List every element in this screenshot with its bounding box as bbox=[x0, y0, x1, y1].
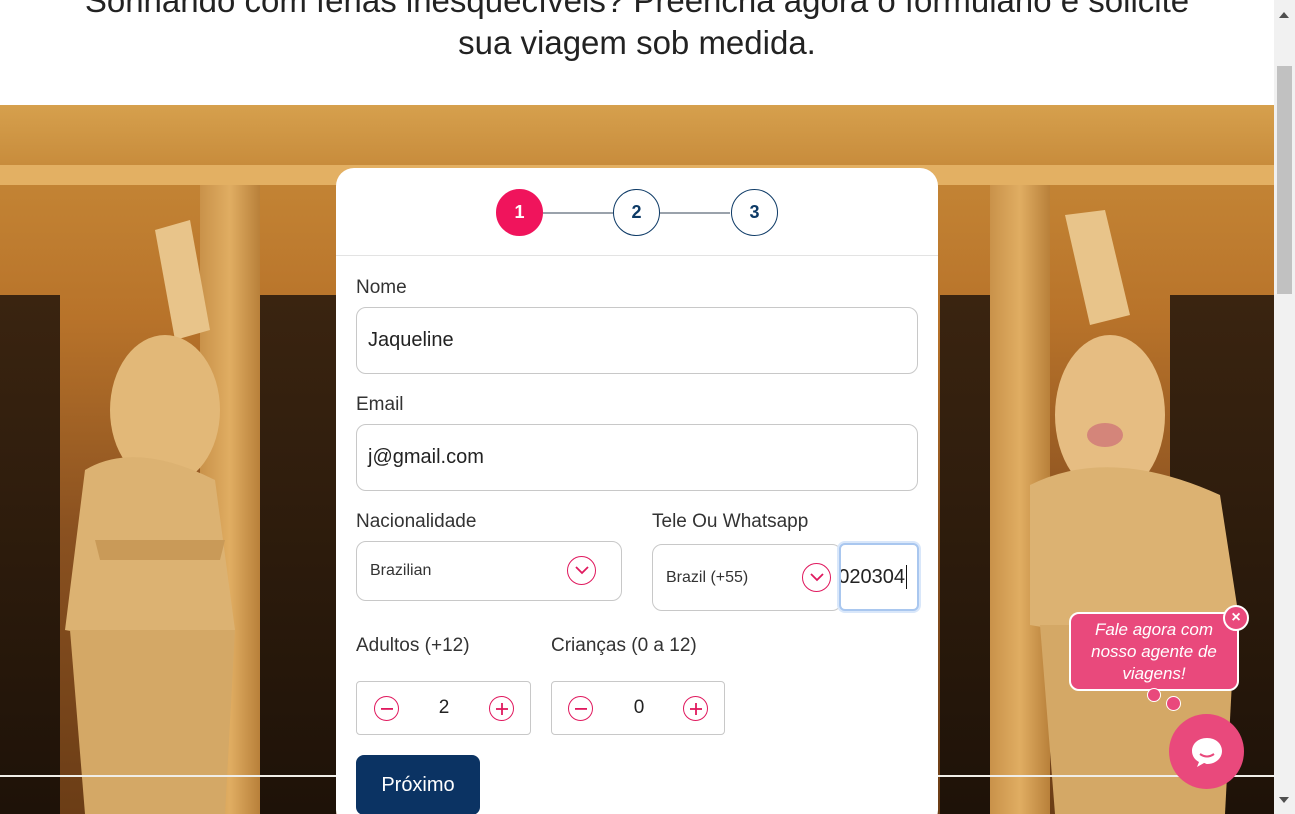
plus-icon[interactable] bbox=[683, 696, 708, 721]
nationality-value: Brazilian bbox=[370, 562, 432, 579]
email-input[interactable]: j@gmail.com bbox=[356, 424, 918, 491]
scrollbar-thumb[interactable] bbox=[1277, 66, 1292, 294]
children-value: 0 bbox=[633, 697, 645, 718]
phone-number-input[interactable]: 020304 bbox=[839, 543, 919, 611]
page-scrollbar[interactable] bbox=[1274, 0, 1295, 814]
step-connector bbox=[660, 212, 730, 214]
nationality-label: Nacionalidade bbox=[356, 511, 477, 532]
adults-stepper: 2 bbox=[356, 681, 531, 735]
scroll-up-icon[interactable] bbox=[1279, 12, 1289, 18]
minus-icon[interactable] bbox=[568, 696, 593, 721]
phone-number-value: 020304 bbox=[839, 565, 905, 588]
next-button[interactable]: Próximo bbox=[356, 755, 480, 814]
scroll-down-icon[interactable] bbox=[1279, 797, 1289, 803]
temple-wall bbox=[0, 105, 1274, 165]
phone-label: Tele Ou Whatsapp bbox=[652, 511, 809, 532]
chat-prompt-bubble[interactable]: Fale agora com nosso agente de viagens! bbox=[1069, 612, 1239, 691]
chat-icon bbox=[1191, 737, 1222, 767]
close-icon[interactable]: × bbox=[1223, 605, 1249, 631]
email-label: Email bbox=[356, 394, 404, 415]
chevron-down-icon[interactable] bbox=[567, 556, 596, 585]
phone-country-select[interactable]: Brazil (+55) bbox=[652, 544, 842, 611]
plus-icon[interactable] bbox=[489, 696, 514, 721]
step-indicator: 1 2 3 bbox=[336, 168, 938, 256]
heading-line-2: sua viagem sob medida. bbox=[458, 24, 816, 61]
chat-bubble-tail-dot bbox=[1147, 688, 1161, 702]
children-label: Crianças (0 a 12) bbox=[551, 635, 697, 656]
step-2[interactable]: 2 bbox=[613, 189, 660, 236]
step-1[interactable]: 1 bbox=[496, 189, 543, 236]
step-3[interactable]: 3 bbox=[731, 189, 778, 236]
phone-country-value: Brazil (+55) bbox=[666, 568, 749, 586]
page-heading: Sonhando com férias inesquecíveis? Preen… bbox=[0, 0, 1274, 64]
children-stepper: 0 bbox=[551, 681, 725, 735]
chevron-down-icon[interactable] bbox=[802, 563, 831, 592]
step-connector bbox=[543, 212, 613, 214]
heading-line-1: Sonhando com férias inesquecíveis? Preen… bbox=[84, 0, 1190, 19]
chat-launcher-button[interactable] bbox=[1169, 714, 1244, 789]
osiris-statue-left bbox=[65, 220, 235, 814]
chat-bubble-tail-dot bbox=[1166, 696, 1181, 711]
name-input[interactable]: Jaqueline bbox=[356, 307, 918, 374]
adults-value: 2 bbox=[438, 697, 450, 718]
text-cursor bbox=[906, 565, 907, 589]
name-label: Nome bbox=[356, 277, 407, 298]
travel-request-form: 1 2 3 Nome Jaqueline Email j@gmail.com N… bbox=[336, 168, 938, 814]
adults-label: Adultos (+12) bbox=[356, 635, 470, 656]
nationality-select[interactable]: Brazilian bbox=[356, 541, 622, 601]
minus-icon[interactable] bbox=[374, 696, 399, 721]
rope-barrier-left bbox=[0, 775, 336, 777]
